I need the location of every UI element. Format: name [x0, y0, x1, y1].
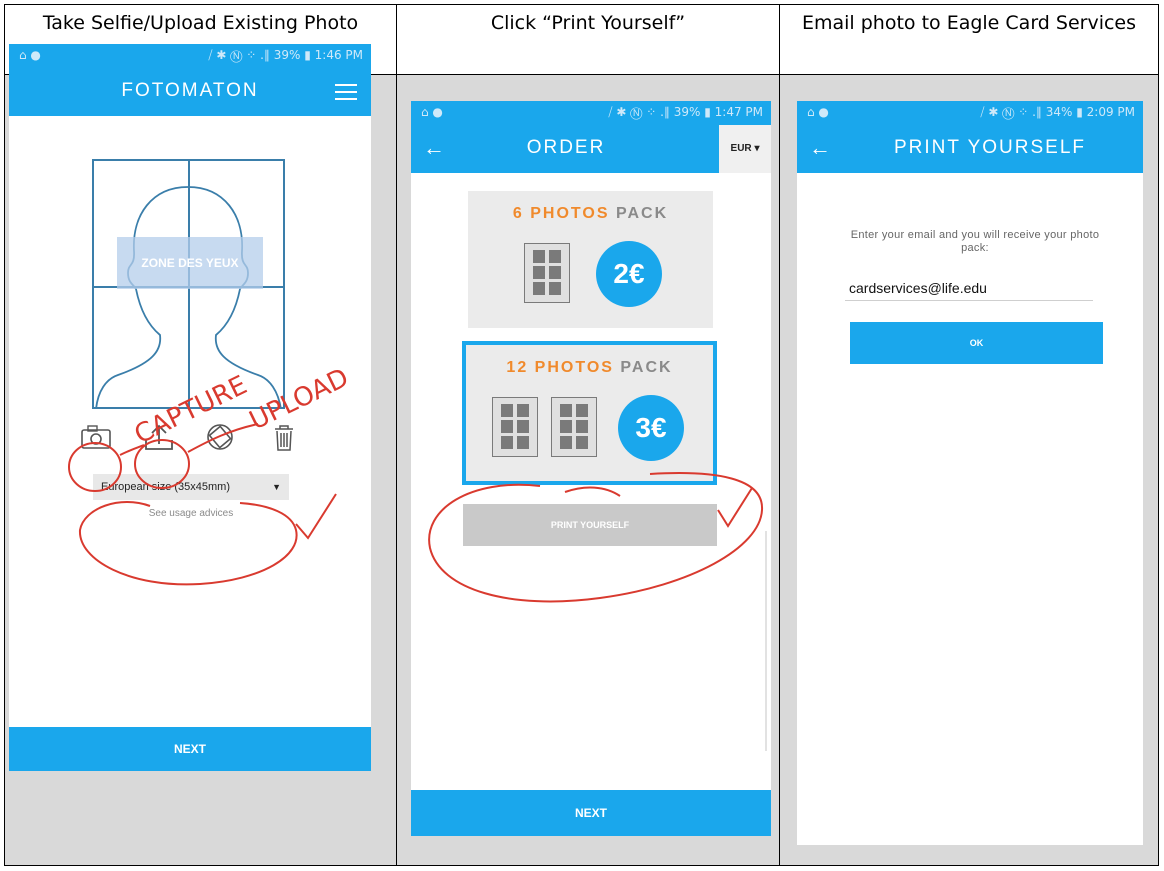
- photo-strip-icon: [551, 397, 597, 457]
- price-badge: 2€: [596, 241, 662, 307]
- print-yourself-button[interactable]: PRINT YOURSELF: [463, 504, 717, 546]
- upload-icon[interactable]: [142, 422, 176, 452]
- size-select[interactable]: European size (35x45mm) ▼: [93, 474, 289, 500]
- eye-zone: ZONE DES YEUX: [117, 237, 263, 289]
- next-button[interactable]: NEXT: [9, 727, 371, 771]
- pack-label: PHOTOS: [530, 205, 610, 222]
- email-prompt: Enter your email and you will receive yo…: [850, 229, 1100, 254]
- app-title: FOTOMATON: [121, 80, 259, 101]
- status-bar: ⌂ ● ⧸ ✱ Ⓝ ⁘ .∥ 39% ▮ 1:47 PM: [411, 101, 771, 125]
- phone-screen-order: ⌂ ● ⧸ ✱ Ⓝ ⁘ .∥ 39% ▮ 1:47 PM ← ORDER EUR…: [411, 101, 771, 836]
- photo-strip-icon: [524, 243, 570, 303]
- status-bar: ⌂ ● ⧸ ✱ Ⓝ ⁘ .∥ 39% ▮ 1:46 PM: [9, 44, 371, 68]
- app-bar: ← ORDER EUR ▾: [411, 125, 771, 173]
- column-heading-2: Click “Print Yourself”: [397, 5, 779, 74]
- trash-icon[interactable]: [267, 422, 301, 452]
- pack-suffix: PACK: [620, 359, 673, 376]
- twelve-photo-pack-option[interactable]: 12 PHOTOS PACK 3€: [462, 341, 717, 485]
- app-bar: FOTOMATON: [9, 68, 371, 116]
- photo-strip-icon: [492, 397, 538, 457]
- camera-icon[interactable]: [79, 422, 113, 452]
- currency-select[interactable]: EUR ▾: [719, 125, 771, 173]
- face-guide-frame: ZONE DES YEUX: [92, 159, 285, 409]
- column-heading-3: Email photo to Eagle Card Services: [780, 5, 1158, 74]
- currency-value: EUR: [730, 143, 752, 154]
- phone-screen-print-yourself: ⌂ ● ⧸ ✱ Ⓝ ⁘ .∥ 34% ▮ 2:09 PM ← PRINT YOU…: [797, 101, 1143, 845]
- pack-title: 12 PHOTOS PACK: [466, 359, 713, 377]
- rotate-icon[interactable]: [203, 422, 237, 452]
- chevron-down-icon: ▾: [754, 143, 760, 154]
- status-right: ⧸ ✱ Ⓝ ⁘ .∥ 39% ▮ 1:47 PM: [608, 105, 763, 119]
- email-field[interactable]: cardservices@life.edu: [845, 275, 1093, 301]
- usage-advice-link[interactable]: See usage advices: [93, 508, 289, 519]
- six-photo-pack-option[interactable]: 6 PHOTOS PACK 2€: [468, 191, 713, 328]
- status-bar: ⌂ ● ⧸ ✱ Ⓝ ⁘ .∥ 34% ▮ 2:09 PM: [797, 101, 1143, 125]
- next-button[interactable]: NEXT: [411, 790, 771, 836]
- status-left: ⌂ ●: [807, 105, 829, 119]
- scrollbar[interactable]: [765, 531, 767, 751]
- app-title: PRINT YOURSELF: [893, 137, 1086, 158]
- pack-label: PHOTOS: [534, 359, 614, 376]
- status-left: ⌂ ●: [19, 48, 41, 62]
- status-left: ⌂ ●: [421, 105, 443, 119]
- pack-title: 6 PHOTOS PACK: [468, 205, 713, 223]
- price-badge: 3€: [618, 395, 684, 461]
- status-right: ⧸ ✱ Ⓝ ⁘ .∥ 39% ▮ 1:46 PM: [208, 48, 363, 62]
- pack-suffix: PACK: [615, 205, 669, 222]
- app-bar: ← PRINT YOURSELF: [797, 125, 1143, 173]
- app-title: ORDER: [526, 137, 606, 158]
- chevron-down-icon: ▼: [272, 482, 281, 492]
- pack-count: 12: [506, 359, 529, 376]
- ok-button[interactable]: OK: [850, 322, 1103, 364]
- status-right: ⧸ ✱ Ⓝ ⁘ .∥ 34% ▮ 2:09 PM: [980, 105, 1135, 119]
- phone-screen-fotomaton: ⌂ ● ⧸ ✱ Ⓝ ⁘ .∥ 39% ▮ 1:46 PM FOTOMATON Z…: [9, 44, 371, 771]
- size-select-value: European size (35x45mm): [101, 481, 231, 493]
- pack-count: 6: [512, 205, 524, 222]
- menu-icon[interactable]: [335, 84, 357, 100]
